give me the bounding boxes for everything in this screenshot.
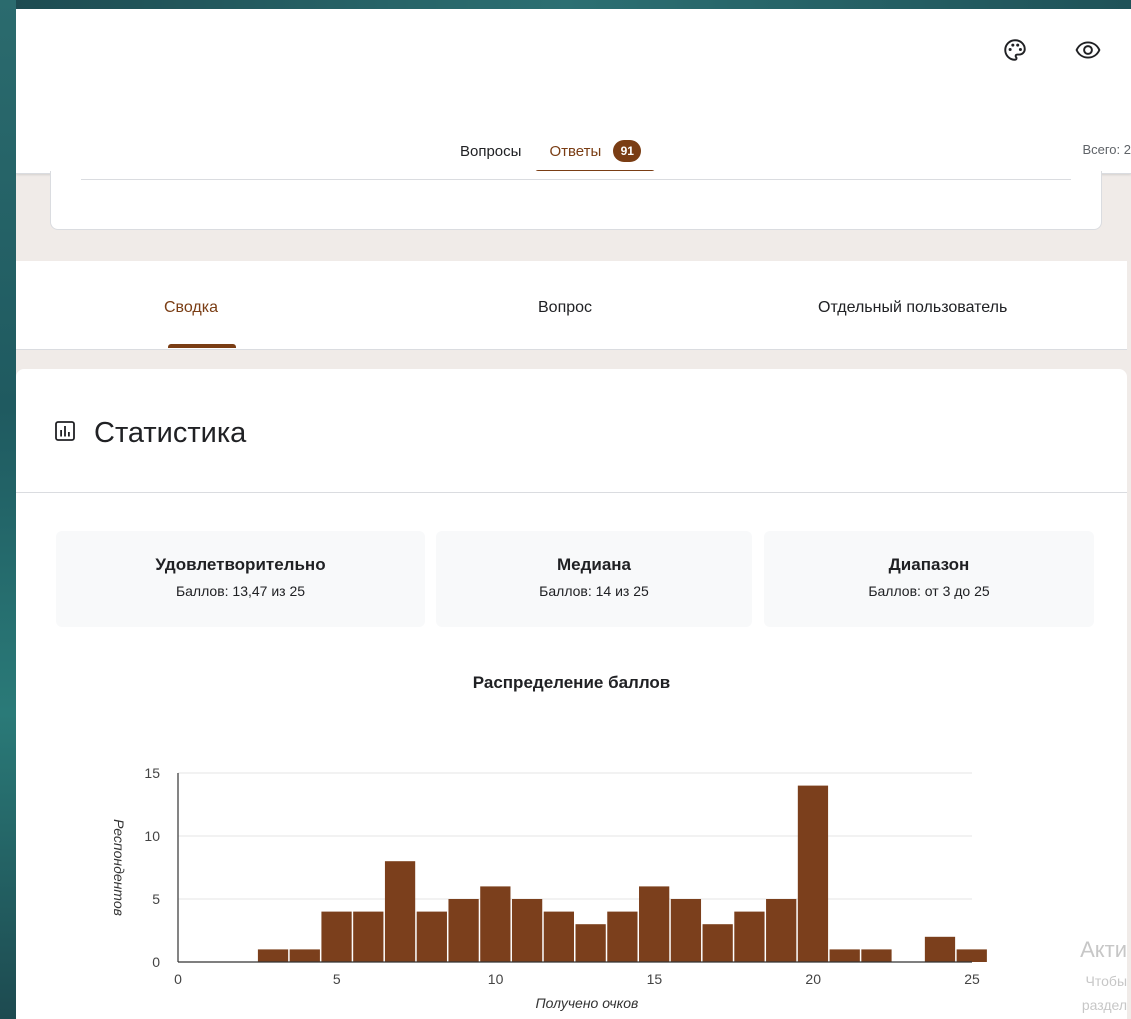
chart-bar (766, 899, 797, 962)
y-axis-title: Респондентов (111, 819, 127, 916)
form-summary-card (50, 171, 1102, 230)
response-view-tabs: Сводка Вопрос Отдельный пользователь (16, 261, 1127, 350)
x-axis-title: Получено очков (535, 995, 638, 1011)
chart-bar (575, 924, 606, 962)
chart-bar (924, 936, 956, 962)
divider (16, 492, 1127, 493)
y-tick-label: 15 (144, 765, 160, 781)
stat-card-range: Диапазон Баллов: от 3 до 25 (764, 531, 1094, 627)
chart-bar (607, 911, 638, 962)
x-tick-label: 0 (174, 971, 182, 987)
eye-icon[interactable] (1074, 37, 1101, 63)
chart-bar (480, 886, 511, 962)
tab-individual[interactable]: Отдельный пользователь (818, 299, 1007, 317)
chart-bar (321, 911, 352, 962)
chart-bar (448, 899, 479, 962)
total-points-label: Всего: 2 (1082, 142, 1131, 157)
x-tick-label: 5 (333, 971, 341, 987)
chart-bar (639, 886, 670, 962)
stat-card-median: Медиана Баллов: 14 из 25 (436, 531, 752, 627)
chart-bar (861, 949, 892, 962)
chart-bar (702, 924, 733, 962)
bar-chart-icon (54, 420, 76, 447)
chart-bar (416, 911, 447, 962)
chart-title: Распределение баллов (472, 673, 671, 692)
divider (81, 179, 1071, 180)
stat-average-value: Баллов: 13,47 из 25 (175, 583, 306, 599)
x-tick-label: 20 (805, 971, 821, 987)
tab-responses[interactable]: Ответы 91 (535, 130, 656, 173)
responses-count-badge: 91 (613, 140, 642, 162)
chart-bar (353, 911, 384, 962)
stat-median-value: Баллов: 14 из 25 (539, 583, 649, 599)
x-tick-label: 25 (964, 971, 980, 987)
stat-card-average: Удовлетворительно Баллов: 13,47 из 25 (56, 531, 425, 627)
chart-bar (257, 949, 289, 962)
active-tab-indicator (168, 344, 236, 348)
stat-range-title: Диапазон (888, 555, 970, 574)
chart-bar (670, 899, 702, 962)
x-tick-label: 15 (647, 971, 663, 987)
tab-questions[interactable]: Вопросы (446, 130, 535, 172)
forms-window: Вопросы Ответы 91 Всего: 2 Сводка Вопрос… (16, 9, 1131, 1019)
chart-bar (734, 911, 765, 962)
activation-watermark-line1: Акти (1080, 937, 1127, 962)
statistics-title: Статистика (94, 417, 247, 449)
desktop-background (0, 0, 1131, 9)
y-tick-label: 5 (152, 891, 160, 907)
desktop-background-left (0, 0, 16, 1019)
chart-bar (543, 911, 574, 962)
tab-summary[interactable]: Сводка (164, 299, 218, 317)
y-tick-label: 10 (144, 828, 160, 844)
y-tick-label: 0 (152, 954, 160, 970)
main-tabs: Вопросы Ответы 91 (446, 130, 656, 173)
x-tick-label: 10 (488, 971, 504, 987)
chart-bar (289, 949, 320, 962)
stat-range-value: Баллов: от 3 до 25 (868, 583, 990, 599)
palette-icon[interactable] (1002, 37, 1028, 63)
chart-bar (511, 899, 543, 962)
stat-average-title: Удовлетворительно (155, 555, 326, 574)
tab-question[interactable]: Вопрос (538, 299, 592, 317)
score-distribution-chart: 0 5 10 15 0 5 10 15 20 25 Получено очков Респондент… (111, 765, 987, 1011)
app-header: Вопросы Ответы 91 Всего: 2 (16, 9, 1131, 174)
stat-median-title: Медиана (556, 555, 632, 574)
chart-bar (384, 861, 416, 962)
activation-watermark-line3: раздел (1081, 997, 1127, 1013)
tab-responses-label: Ответы (549, 142, 602, 160)
statistics-panel: Статистика Удовлетворительно Баллов: 13,… (16, 369, 1127, 1019)
chart-bar (956, 949, 987, 962)
chart-bar (797, 785, 829, 962)
chart-bar (829, 949, 860, 962)
activation-watermark-line2: Чтобы (1085, 973, 1127, 989)
statistics-header: Статистика (54, 417, 246, 450)
tab-questions-label: Вопросы (460, 142, 522, 160)
